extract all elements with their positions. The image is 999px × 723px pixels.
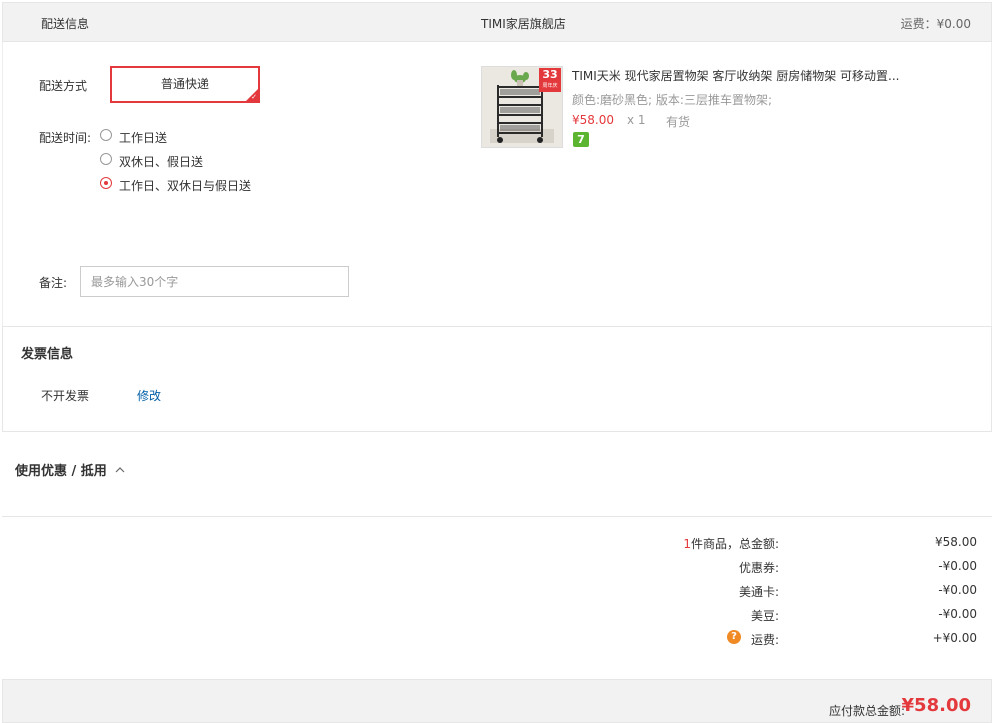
card-label: 美通卡: [738, 585, 779, 599]
radio-button-selected[interactable] [100, 177, 112, 189]
note-input[interactable] [80, 266, 349, 297]
anniversary-badge: 33 周年庆 [539, 68, 561, 92]
shipping-fee: 运费：¥0.00 [900, 17, 971, 31]
seven-day-return-icon: 7 [573, 132, 589, 147]
divider [2, 516, 992, 517]
item-count: 1 [683, 537, 691, 551]
beans-value: -¥0.00 [938, 607, 977, 621]
question-icon[interactable]: ? [727, 630, 741, 644]
radio-button[interactable] [100, 153, 112, 165]
radio-button[interactable] [100, 129, 112, 141]
product-attributes: 颜色:磨砂黑色; 版本:三层推车置物架; [572, 93, 772, 107]
delivery-time-label: 配送时间: [39, 131, 92, 145]
option-label: 双休日、假日送 [119, 155, 204, 169]
shipping-method-text: 普通快递 [160, 77, 209, 91]
card-value: -¥0.00 [938, 583, 977, 597]
beans-label: 美豆: [750, 609, 779, 623]
check-icon: ✓ [251, 93, 257, 101]
product-stock: 有货 [666, 115, 691, 129]
note-label: 备注: [39, 276, 68, 290]
payment-footer: 应付款总金额: ¥58.00 [2, 679, 992, 723]
summary-total-value: ¥58.00 [935, 535, 977, 549]
option-label: 工作日、双休日与假日送 [119, 179, 252, 193]
product-title[interactable]: TIMI天米 现代家居置物架 客厅收纳架 厨房储物架 可移动置... [572, 67, 899, 84]
badge-sub: 周年庆 [542, 83, 558, 89]
shipping-label: 运费: [750, 633, 779, 647]
invoice-value: 不开发票 [41, 389, 90, 403]
product-price: ¥58.00 [572, 113, 614, 127]
shop-name[interactable]: TIMI家居旗舰店 [481, 15, 566, 32]
discount-toggle[interactable]: 使用优惠 / 抵用 [15, 460, 125, 479]
badge-number: 33 [542, 68, 558, 81]
invoice-title: 发票信息 [21, 347, 74, 362]
chevron-up-icon [115, 467, 125, 473]
coupon-value: -¥0.00 [938, 559, 977, 573]
coupon-label: 优惠券: [738, 561, 779, 575]
delivery-method-label: 配送方式 [39, 79, 88, 93]
shipping-method-button[interactable]: 普通快递 ✓ [110, 66, 260, 103]
invoice-section [2, 326, 992, 432]
invoice-edit-link[interactable]: 修改 [137, 387, 161, 404]
product-quantity: x 1 [627, 113, 646, 127]
shop-header: 配送信息 TIMI家居旗舰店 运费：¥0.00 [2, 2, 992, 42]
total-due-value: ¥58.00 [901, 695, 971, 716]
summary-total-label: 1件商品，总金额: [683, 535, 779, 552]
product-image[interactable]: 33 周年庆 [481, 66, 563, 148]
discount-title: 使用优惠 / 抵用 [15, 464, 107, 479]
total-label-text: 件商品，总金额: [690, 537, 779, 551]
section-title: 配送信息 [41, 17, 90, 31]
option-label: 工作日送 [119, 131, 168, 145]
total-due-label: 应付款总金额: [828, 704, 905, 718]
shipping-value: +¥0.00 [932, 631, 977, 645]
